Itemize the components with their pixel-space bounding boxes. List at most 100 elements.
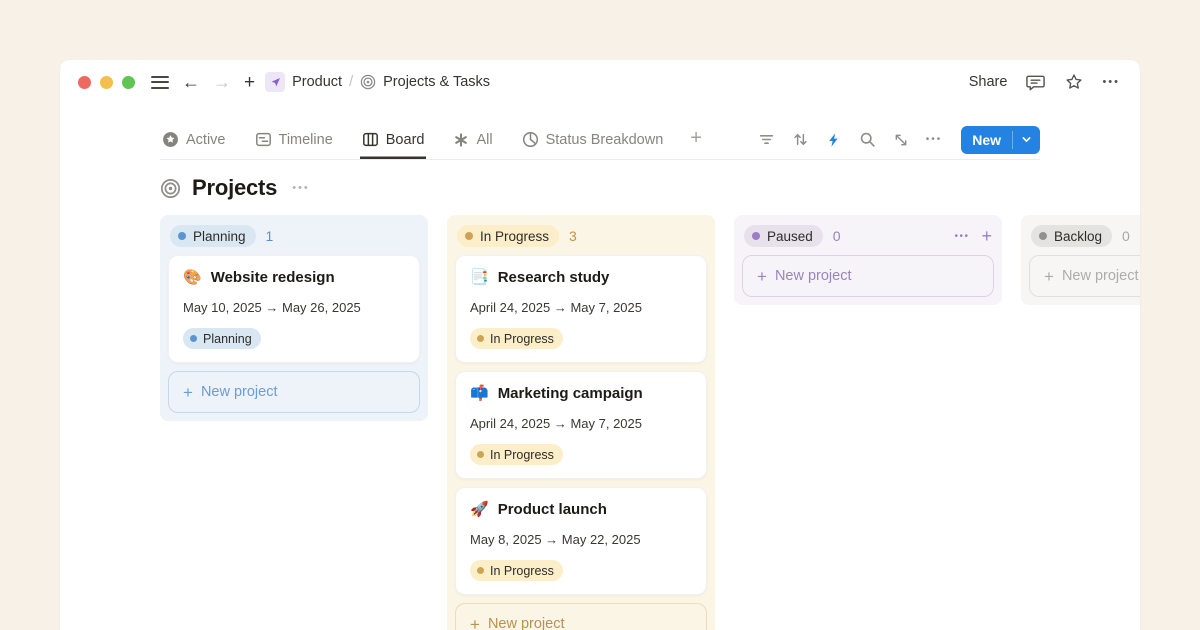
column-status-pill[interactable]: In Progress (457, 225, 559, 247)
card-dates: May 10, 2025 → May 26, 2025 (183, 300, 405, 315)
view-tabbar: Active Timeline Board All (160, 120, 1040, 160)
plus-icon: + (757, 268, 767, 285)
card-dates: May 8, 2025 → May 22, 2025 (470, 532, 692, 547)
view-tools: ••• New (758, 126, 1040, 154)
dart-icon (269, 76, 282, 89)
card-title: Product launch (498, 501, 607, 518)
new-project-button[interactable]: + New project (1029, 255, 1140, 297)
back-arrow-icon[interactable]: ← (182, 73, 200, 91)
page-title: Projects (192, 175, 277, 201)
new-project-button[interactable]: + New project (742, 255, 994, 297)
card-status-pill: In Progress (470, 444, 563, 465)
sidebar-toggle-icon[interactable] (151, 76, 169, 89)
status-dot (477, 335, 484, 342)
status-dot (190, 335, 197, 342)
column-count: 0 (1122, 228, 1130, 244)
board-view: Planning 1 🎨 Website redesign May 10, 20… (160, 215, 1140, 630)
column-count: 0 (833, 228, 841, 244)
column-status-pill[interactable]: Paused (744, 225, 823, 247)
column-header: In Progress 3 (455, 223, 707, 247)
plus-icon: + (470, 616, 480, 630)
automation-bolt-icon[interactable] (826, 132, 842, 148)
board-column-in-progress: In Progress 3 📑 Research study April 24,… (447, 215, 715, 630)
breadcrumb-page[interactable]: Projects & Tasks (383, 74, 490, 90)
workspace-icon[interactable] (265, 72, 285, 92)
column-header: Planning 1 (168, 223, 420, 247)
column-status-pill[interactable]: Backlog (1031, 225, 1112, 247)
board-column-planning: Planning 1 🎨 Website redesign May 10, 20… (160, 215, 428, 421)
asterisk-icon (453, 132, 469, 148)
card-dates: April 24, 2025 → May 7, 2025 (470, 416, 692, 431)
add-view-icon[interactable]: + (690, 127, 702, 152)
status-dot (752, 232, 760, 240)
page-header: Projects ••• (160, 175, 1040, 201)
breadcrumb-workspace[interactable]: Product (292, 74, 342, 90)
expand-icon[interactable] (893, 132, 909, 148)
board-column-backlog: Backlog 0 + New project (1021, 215, 1140, 305)
column-add-icon[interactable]: + (981, 227, 992, 245)
column-count: 3 (569, 228, 577, 244)
tab-status-breakdown[interactable]: Status Breakdown (520, 120, 666, 159)
tab-board[interactable]: Board (360, 120, 427, 159)
board-icon (362, 131, 379, 148)
comments-icon[interactable] (1025, 72, 1046, 93)
chevron-down-icon[interactable] (1013, 126, 1040, 154)
mailbox-emoji: 📫 (470, 386, 489, 401)
card-title: Marketing campaign (498, 385, 643, 402)
new-button-label[interactable]: New (961, 126, 1012, 154)
titlebar-actions: Share ••• (969, 72, 1120, 93)
project-card[interactable]: 🎨 Website redesign May 10, 2025 → May 26… (168, 255, 420, 363)
breadcrumb-separator: / (349, 74, 353, 90)
card-title: Website redesign (211, 269, 335, 286)
card-title: Research study (498, 269, 610, 286)
new-project-button[interactable]: + New project (455, 603, 707, 630)
close-window-button[interactable] (78, 76, 91, 89)
status-dot (465, 232, 473, 240)
card-status-pill: In Progress (470, 560, 563, 581)
view-more-icon[interactable]: ••• (926, 134, 943, 145)
nav-controls: ← → + (151, 73, 255, 92)
card-dates: April 24, 2025 → May 7, 2025 (470, 300, 692, 315)
rocket-emoji: 🚀 (470, 502, 489, 517)
share-button[interactable]: Share (969, 74, 1008, 90)
new-button[interactable]: New (961, 126, 1040, 154)
minimize-window-button[interactable] (100, 76, 113, 89)
forward-arrow-icon[interactable]: → (213, 73, 231, 91)
titlebar: ← → + Product / Projects & Tasks Share (60, 60, 1140, 104)
column-count: 1 (266, 228, 274, 244)
traffic-lights (78, 76, 135, 89)
project-card[interactable]: 📑 Research study April 24, 2025 → May 7,… (455, 255, 707, 363)
sort-icon[interactable] (792, 131, 809, 148)
board-column-paused: Paused 0 ••• + + New project (734, 215, 1002, 305)
app-window: ← → + Product / Projects & Tasks Share (60, 60, 1140, 630)
favorite-star-icon[interactable] (1064, 72, 1084, 92)
pie-chart-icon (522, 131, 539, 148)
more-options-icon[interactable]: ••• (1102, 76, 1120, 88)
plus-icon: + (183, 384, 193, 401)
zoom-window-button[interactable] (122, 76, 135, 89)
column-header: Paused 0 ••• + (742, 223, 994, 247)
bookmark-tabs-emoji: 📑 (470, 270, 489, 285)
project-card[interactable]: 📫 Marketing campaign April 24, 2025 → Ma… (455, 371, 707, 479)
status-dot (477, 567, 484, 574)
projects-db-icon (160, 178, 181, 199)
column-more-icon[interactable]: ••• (954, 231, 969, 242)
column-actions: ••• + (954, 227, 992, 245)
target-icon (360, 74, 376, 90)
status-dot (1039, 232, 1047, 240)
filter-icon[interactable] (758, 131, 775, 148)
new-page-icon[interactable]: + (244, 73, 255, 92)
tab-active[interactable]: Active (160, 120, 228, 159)
page-more-icon[interactable]: ••• (292, 182, 310, 194)
card-status-pill: Planning (183, 328, 261, 349)
search-icon[interactable] (859, 131, 876, 148)
tab-timeline[interactable]: Timeline (253, 120, 335, 159)
project-card[interactable]: 🚀 Product launch May 8, 2025 → May 22, 2… (455, 487, 707, 595)
column-status-pill[interactable]: Planning (170, 225, 256, 247)
column-header: Backlog 0 (1029, 223, 1140, 247)
breadcrumb: Product / Projects & Tasks (265, 72, 490, 92)
star-circle-icon (162, 131, 179, 148)
palette-emoji: 🎨 (183, 270, 202, 285)
new-project-button[interactable]: + New project (168, 371, 420, 413)
tab-all[interactable]: All (451, 120, 494, 159)
